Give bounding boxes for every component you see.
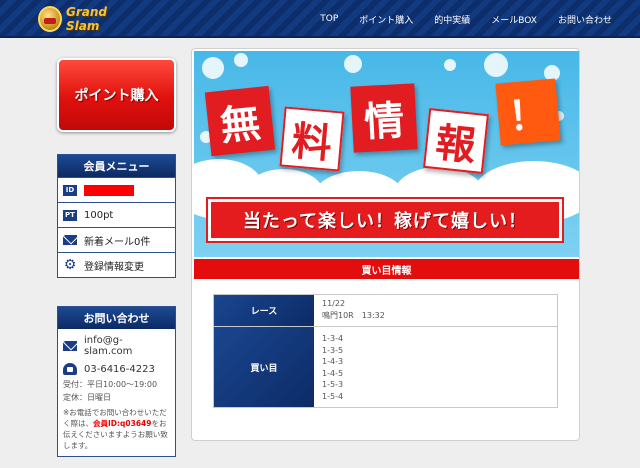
race-label: レース [214,295,314,326]
bubble [484,53,508,77]
new-mail-label: 新着メール0件 [84,236,151,248]
member-id-redacted [84,184,134,196]
site-header: Grand Slam TOP ポイント購入 的中実績 メールBOX お問い合わせ [0,0,640,38]
contact-email: info@g-slam.com [84,335,133,357]
contact-note: ※お電話でお問い合わせいただく際は、会員ID:q03649をお伝えくださいますよ… [58,404,175,456]
bets-label: 買い目 [214,327,314,407]
bubble [344,55,362,73]
points-value: 100pt [84,209,114,221]
nav-top[interactable]: TOP [320,14,338,24]
settings-label: 登録情報変更 [84,261,144,273]
bets-row: 買い目 1-3-4 1-3-5 1-4-3 1-4-5 1-5-3 1-5-4 [214,327,557,407]
free-info-banner: 無 料 情 報 ！ 当たって楽しい！稼げて嬉しい！ [194,51,579,257]
race-row: レース 11/22 鳴門10R 13:32 [214,295,557,327]
points-row: PT 100pt [58,202,175,227]
member-menu-panel: 会員メニュー ID PT 100pt 新着メール0件 ⚙ 登録情報変更 [57,154,176,278]
point-purchase-button[interactable]: ポイント購入 [57,58,176,132]
bet-item: 1-4-5 [322,368,344,378]
contact-email-row[interactable]: info@g-slam.com [58,329,175,360]
bet-item: 1-5-3 [322,380,344,389]
pt-badge: PT [63,209,77,221]
contact-hours: 受付：平日10:00〜19:00 [63,380,158,389]
banner-char: ！ [495,78,561,146]
bubble [234,53,248,67]
site-logo[interactable]: Grand Slam [38,4,138,34]
settings-link[interactable]: ⚙ 登録情報変更 [58,252,175,277]
banner-char: 報 [423,108,489,174]
phone-icon [63,363,77,375]
race-detail: 鳴門10R 13:32 [322,310,385,320]
new-mail-link[interactable]: 新着メール0件 [58,227,175,252]
member-menu-title: 会員メニュー [58,155,175,177]
banner-char: 情 [350,83,418,153]
bet-item: 1-5-4 [322,391,344,401]
nav-mailbox[interactable]: メールBOX [491,13,537,26]
section-title: 買い目情報 [194,259,579,279]
bubble [444,59,456,71]
note-member-id: 会員ID:q03649 [93,419,152,428]
bets-list: 1-3-4 1-3-5 1-4-3 1-4-5 1-5-3 1-5-4 [314,327,351,407]
contact-panel: お問い合わせ info@g-slam.com 03-6416-4223 受付：平… [57,306,176,457]
gear-icon: ⚙ [63,257,77,273]
banner-slogan: 当たって楽しい！稼げて嬉しい！ [206,197,564,243]
bet-item: 1-3-5 [322,345,344,355]
nav-contact[interactable]: お問い合わせ [558,13,612,26]
banner-char: 無 [204,85,276,157]
logo-emblem-icon [38,6,62,32]
banner-char: 料 [279,106,345,172]
nav-results[interactable]: 的中実績 [434,13,470,26]
bet-item: 1-4-3 [322,357,344,366]
contact-closed: 定休：日曜日 [63,393,111,402]
contact-title: お問い合わせ [58,307,175,329]
race-value: 11/22 鳴門10R 13:32 [314,295,393,326]
bubble [202,57,224,79]
contact-phone: 03-6416-4223 [84,363,155,375]
id-badge: ID [63,184,77,196]
main-content: 無 料 情 報 ！ 当たって楽しい！稼げて嬉しい！ 買い目情報 レース 11/2… [191,48,580,441]
nav-point-purchase[interactable]: ポイント購入 [359,13,413,26]
envelope-icon [63,235,77,245]
envelope-icon [63,341,77,351]
race-date: 11/22 [322,299,346,308]
top-nav: TOP ポイント購入 的中実績 メールBOX お問い合わせ [299,0,612,38]
bet-item: 1-3-4 [322,334,344,343]
member-id-row: ID [58,177,175,202]
logo-text: Grand Slam [66,5,107,33]
contact-phone-row[interactable]: 03-6416-4223 [58,360,175,378]
bet-info-table: レース 11/22 鳴門10R 13:32 買い目 1-3-4 1-3-5 1-… [213,294,558,408]
